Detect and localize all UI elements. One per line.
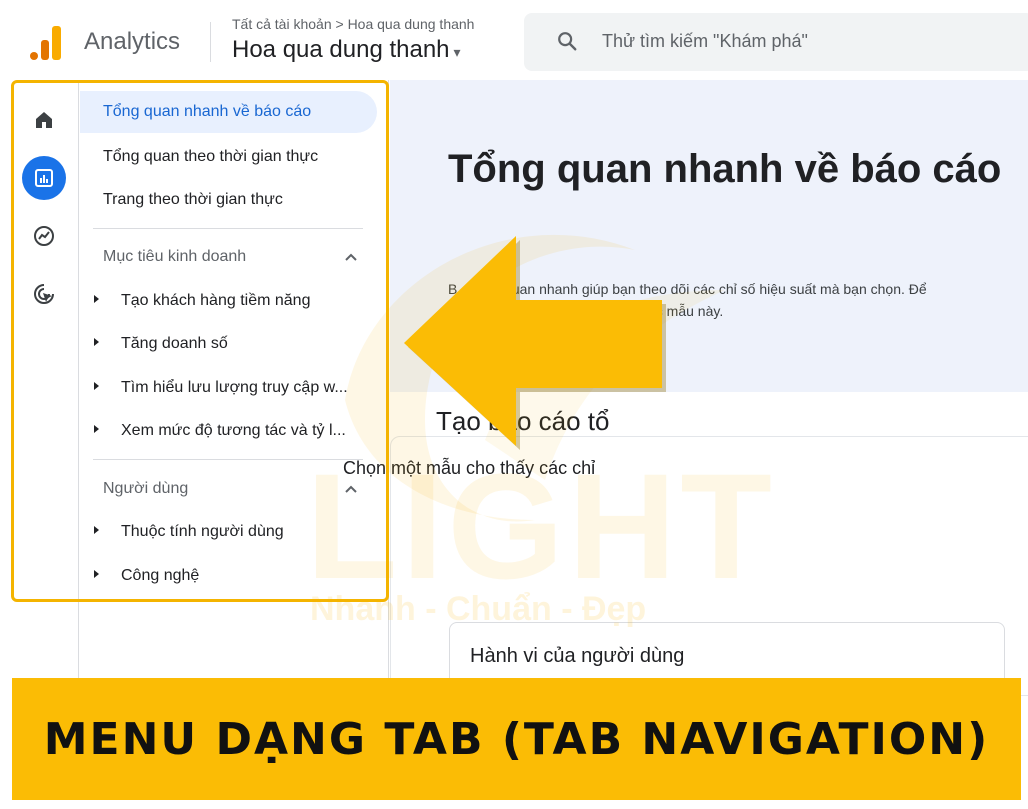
watermark-brand: LIGHT: [306, 442, 776, 610]
search-input[interactable]: Thử tìm kiếm "Khám phá": [602, 31, 808, 52]
analytics-logo-icon[interactable]: [28, 24, 64, 60]
property-name: Hoa qua dung thanh: [232, 36, 450, 63]
breadcrumb[interactable]: Tất cả tài khoản > Hoa qua dung thanh: [232, 16, 474, 32]
pointer-arrow-icon: [404, 236, 666, 450]
search-bar[interactable]: Thử tìm kiếm "Khám phá": [524, 13, 1028, 71]
caret-down-icon: ▾: [453, 44, 461, 60]
top-header: Analytics Tất cả tài khoản > Hoa qua dun…: [0, 0, 1028, 80]
property-selector[interactable]: Hoa qua dung thanh ▾: [232, 36, 461, 64]
search-icon: [556, 30, 578, 52]
watermark-tagline: Nhanh - Chuẩn - Đẹp: [310, 590, 647, 628]
caption-banner: MENU DẠNG TAB (TAB NAVIGATION): [12, 678, 1021, 800]
app-name: Analytics: [84, 28, 181, 55]
header-divider: [210, 22, 211, 62]
page-title: Tổng quan nhanh về báo cáo: [448, 147, 1002, 191]
caption-text: MENU DẠNG TAB (TAB NAVIGATION): [43, 713, 990, 765]
